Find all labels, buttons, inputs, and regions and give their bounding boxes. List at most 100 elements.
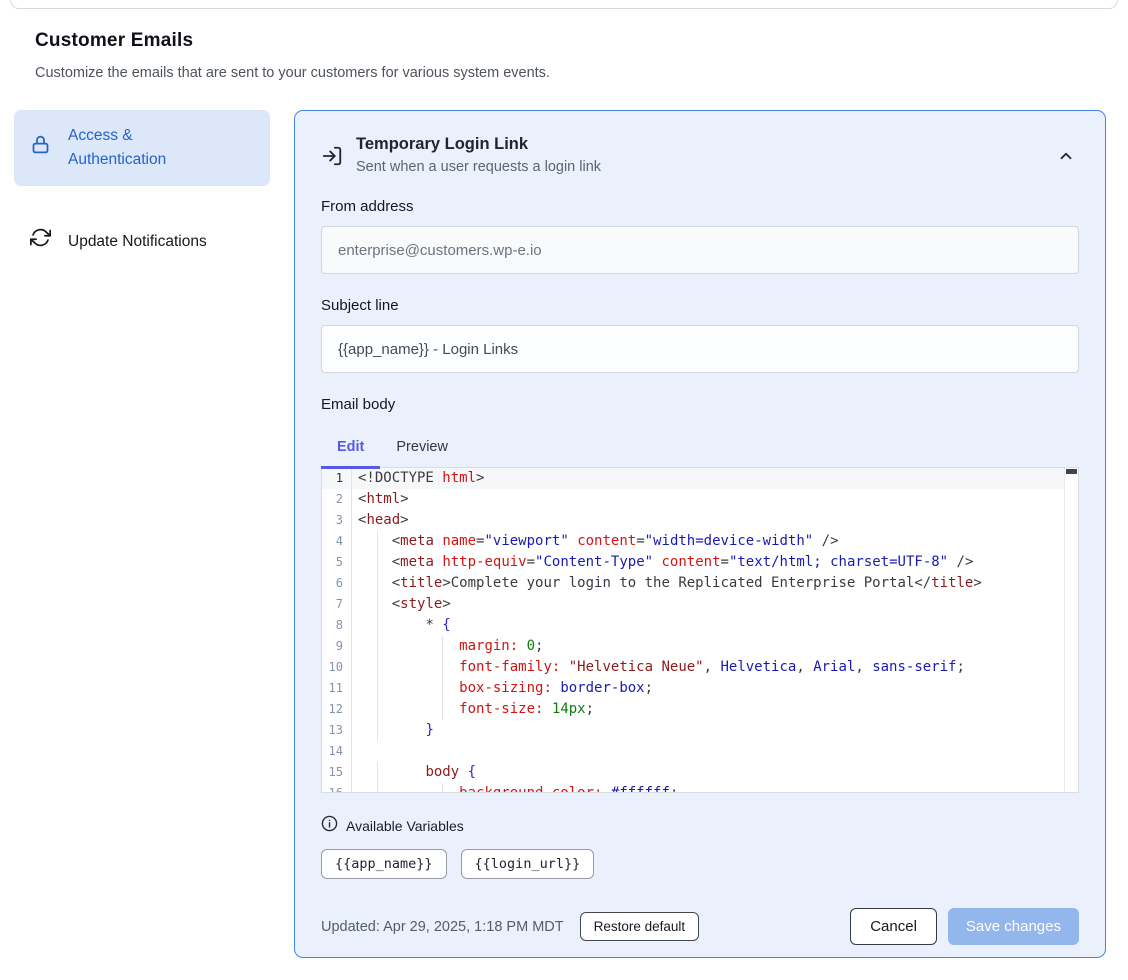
subject-line-input[interactable] [321, 325, 1079, 373]
code-line[interactable]: 5 <meta http-equiv="Content-Type" conten… [322, 552, 1064, 573]
tab-edit[interactable]: Edit [321, 430, 380, 469]
code-line[interactable]: 14 [322, 741, 1064, 762]
updated-timestamp: Updated: Apr 29, 2025, 1:18 PM MDT [321, 919, 564, 935]
indent-guide [377, 531, 378, 552]
cancel-button[interactable]: Cancel [850, 908, 937, 945]
panel-title: Temporary Login Link [356, 135, 601, 154]
code-line-content: * { [352, 615, 1064, 636]
code-lines[interactable]: 1<!DOCTYPE html>2<html>3<head>4 <meta na… [322, 468, 1064, 792]
page-header: Customer Emails Customize the emails tha… [0, 0, 1128, 81]
code-line[interactable]: 6 <title>Complete your login to the Repl… [322, 573, 1064, 594]
indent-guide [377, 678, 378, 699]
restore-default-button[interactable]: Restore default [580, 912, 700, 941]
line-number: 1 [322, 468, 352, 489]
code-line-content: font-size: 14px; [352, 699, 1064, 720]
line-number: 2 [322, 489, 352, 510]
code-line[interactable]: 13 } [322, 720, 1064, 741]
code-line[interactable]: 12 font-size: 14px; [322, 699, 1064, 720]
code-line[interactable]: 8 * { [322, 615, 1064, 636]
line-number: 10 [322, 657, 352, 678]
variable-chip-app-name[interactable]: {{app_name}} [321, 849, 447, 879]
code-line-content: box-sizing: border-box; [352, 678, 1064, 699]
available-variables-label: Available Variables [346, 818, 464, 834]
sidebar-item-label: Access & Authentication [68, 124, 218, 172]
line-number: 3 [322, 510, 352, 531]
line-number: 14 [322, 741, 352, 762]
code-line-content: margin: 0; [352, 636, 1064, 657]
indent-guide [377, 762, 378, 783]
line-number: 9 [322, 636, 352, 657]
line-number: 4 [322, 531, 352, 552]
temporary-login-link-panel: Temporary Login Link Sent when a user re… [294, 110, 1106, 958]
code-line-content: <title>Complete your login to the Replic… [352, 573, 1064, 594]
indent-guide [377, 636, 378, 657]
code-line[interactable]: 4 <meta name="viewport" content="width=d… [322, 531, 1064, 552]
indent-guide [377, 615, 378, 636]
code-line[interactable]: 9 margin: 0; [322, 636, 1064, 657]
code-line[interactable]: 1<!DOCTYPE html> [322, 468, 1064, 489]
collapse-panel-button[interactable] [1053, 143, 1079, 172]
code-line-content: background-color: #ffffff; [352, 783, 1064, 793]
code-line-content: font-family: "Helvetica Neue", Helvetica… [352, 657, 1064, 678]
indent-guide [442, 678, 443, 699]
email-body-label: Email body [321, 396, 1079, 413]
code-line[interactable]: 16 background-color: #ffffff; [322, 783, 1064, 793]
variable-chip-login-url[interactable]: {{login_url}} [461, 849, 595, 879]
email-body-tabs: Edit Preview [321, 430, 1079, 469]
line-number: 7 [322, 594, 352, 615]
editor-scrollbar[interactable] [1064, 468, 1078, 792]
indent-guide [377, 699, 378, 720]
indent-guide [377, 783, 378, 793]
email-types-sidebar: Access & Authentication Update Notificat… [14, 110, 270, 958]
line-number: 5 [322, 552, 352, 573]
code-line-content: <head> [352, 510, 1064, 531]
code-line-content: <meta name="viewport" content="width=dev… [352, 531, 1064, 552]
code-line[interactable]: 11 box-sizing: border-box; [322, 678, 1064, 699]
indent-guide [442, 657, 443, 678]
line-number: 12 [322, 699, 352, 720]
panel-header: Temporary Login Link Sent when a user re… [321, 135, 1079, 175]
code-line[interactable]: 10 font-family: "Helvetica Neue", Helvet… [322, 657, 1064, 678]
sidebar-item-label: Update Notifications [68, 230, 207, 254]
line-number: 6 [322, 573, 352, 594]
line-number: 16 [322, 783, 352, 793]
panel-subtitle: Sent when a user requests a login link [356, 159, 601, 175]
editor-scrollbar-thumb[interactable] [1066, 469, 1077, 474]
indent-guide [377, 594, 378, 615]
code-line-content: <html> [352, 489, 1064, 510]
page-description: Customize the emails that are sent to yo… [35, 65, 1093, 81]
sidebar-item-access-authentication[interactable]: Access & Authentication [14, 110, 270, 186]
code-line[interactable]: 2<html> [322, 489, 1064, 510]
code-line-content: <style> [352, 594, 1064, 615]
variable-chips: {{app_name}} {{login_url}} [321, 849, 1079, 879]
indent-guide [377, 657, 378, 678]
code-editor[interactable]: 1<!DOCTYPE html>2<html>3<head>4 <meta na… [321, 467, 1079, 793]
refresh-icon [30, 227, 51, 256]
subject-line-label: Subject line [321, 297, 1079, 314]
indent-guide [377, 573, 378, 594]
code-line[interactable]: 15 body { [322, 762, 1064, 783]
code-line-content [352, 741, 1064, 762]
tab-preview[interactable]: Preview [380, 430, 464, 469]
code-line-content: <!DOCTYPE html> [352, 468, 1064, 489]
code-line-content: <meta http-equiv="Content-Type" content=… [352, 552, 1064, 573]
indent-guide [442, 636, 443, 657]
line-number: 15 [322, 762, 352, 783]
line-number: 11 [322, 678, 352, 699]
code-line-content: } [352, 720, 1064, 741]
indent-guide [377, 552, 378, 573]
save-changes-button[interactable]: Save changes [948, 908, 1079, 945]
code-line[interactable]: 3<head> [322, 510, 1064, 531]
line-number: 8 [322, 615, 352, 636]
indent-guide [377, 720, 378, 741]
panel-header-text: Temporary Login Link Sent when a user re… [356, 135, 601, 175]
from-address-input[interactable] [321, 226, 1079, 274]
lock-icon [30, 134, 51, 163]
from-address-label: From address [321, 198, 1079, 215]
sidebar-item-update-notifications[interactable]: Update Notifications [14, 214, 270, 269]
code-line-content: body { [352, 762, 1064, 783]
info-icon[interactable] [321, 815, 338, 837]
login-icon [321, 145, 343, 172]
indent-guide [442, 783, 443, 793]
code-line[interactable]: 7 <style> [322, 594, 1064, 615]
